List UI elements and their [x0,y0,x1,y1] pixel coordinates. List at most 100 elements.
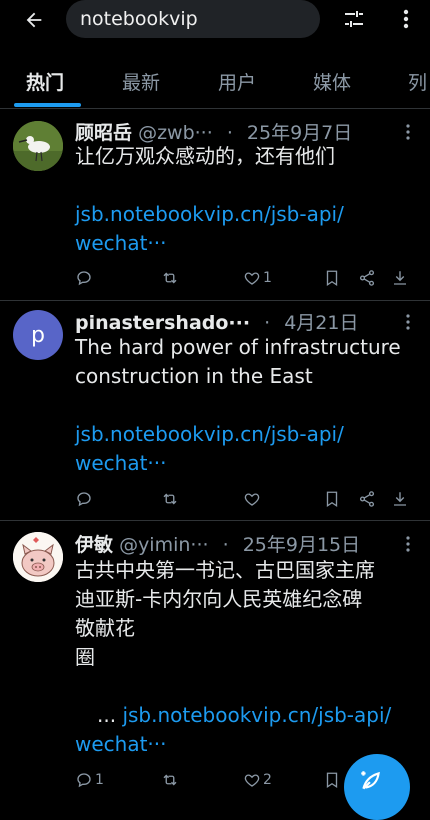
reply-button[interactable] [75,486,93,512]
post-actions [75,486,420,512]
compose-button[interactable] [344,754,410,820]
reply-button[interactable] [75,265,93,291]
retweet-icon [163,493,177,505]
post-menu-button[interactable] [400,532,416,556]
author-name[interactable]: pinastershado··· [75,312,250,334]
post-text: The hard power of infrastructure constru… [75,333,416,478]
retweet-icon [163,272,177,284]
bookmark-icon [326,270,338,287]
avatar[interactable] [13,532,63,582]
retweet-icon [163,774,177,786]
bookmark-button[interactable] [323,265,341,291]
bookmark-icon [326,491,338,508]
post-text-line: The hard power of infrastructure [75,335,401,359]
like-button[interactable]: 2 [243,767,272,793]
download-icon [394,271,406,285]
tab-users[interactable]: 用户 [218,68,256,95]
post-text-line: 让亿万观众感动的，还有他们 [75,144,335,168]
filter-button[interactable] [338,3,370,35]
post-text-line: 敬献花 [75,616,135,640]
more-vertical-icon [406,536,410,552]
post-link-line: jsb.notebookvip.cn/jsb-api/ [122,703,392,727]
post-link-line: jsb.notebookvip.cn/jsb-api/ [75,202,344,226]
author-name[interactable]: 顾昭岳 [75,122,132,144]
share-icon [359,491,375,507]
post[interactable]: 顾昭岳 @zwb··· · 25年9月7日 让亿万观众感动的，还有他们 jsb.… [0,108,430,301]
reply-icon [77,271,91,286]
retweet-button[interactable] [161,486,179,512]
post-menu-button[interactable] [400,120,416,144]
avatar[interactable]: p [13,310,63,360]
post-text: 让亿万观众感动的，还有他们 jsb.notebookvip.cn/jsb-api… [75,142,416,258]
tab-media[interactable]: 媒体 [313,68,351,95]
post[interactable]: p pinastershado··· · 4月21日 The hard powe… [0,300,430,521]
back-button[interactable] [18,4,50,36]
bird-photo-icon [13,121,63,171]
post-link[interactable]: ... jsb.notebookvip.cn/jsb-api/ wechat··… [75,701,416,759]
share-button[interactable] [358,486,376,512]
filter-icon [345,11,363,27]
like-button[interactable]: 1 [243,265,272,291]
avatar[interactable] [13,121,63,171]
bookmark-button[interactable] [323,486,341,512]
download-button[interactable] [391,486,409,512]
top-bar: notebookvip [0,0,430,44]
share-icon [359,270,375,286]
like-button[interactable] [243,486,261,512]
like-icon [244,493,260,506]
separator-dot: · [222,534,229,556]
active-tab-indicator [14,103,81,107]
author-handle[interactable]: @yimin··· [119,534,208,556]
more-vertical-icon [403,9,409,29]
pig-avatar-icon [13,532,63,582]
post-text-line: 圈 [75,645,95,669]
post-menu-button[interactable] [400,310,416,334]
separator-dot: · [264,312,271,334]
share-button[interactable] [358,265,376,291]
post-link-line: wechat··· [75,732,167,756]
reply-icon [77,773,91,788]
bookmark-icon [326,772,338,789]
more-vertical-icon [406,124,410,140]
post-date: 25年9月7日 [246,122,353,144]
search-tabs: 热门 最新 用户 媒体 列 [0,52,430,109]
post-link[interactable]: jsb.notebookvip.cn/jsb-api/ wechat··· [75,420,416,478]
more-vertical-icon [406,314,410,330]
retweet-button[interactable] [161,265,179,291]
search-input[interactable]: notebookvip [66,0,320,38]
download-icon [394,492,406,506]
tab-lists[interactable]: 列 [408,68,427,95]
like-icon [244,774,260,787]
post-text-line: 古共中央第一书记、古巴国家主席 [75,558,375,582]
tab-hot[interactable]: 热门 [26,68,64,95]
reply-count: 1 [95,772,104,788]
post-actions: 1 [75,265,420,291]
download-button[interactable] [391,265,409,291]
post-link-line: wechat··· [75,451,167,475]
like-count: 1 [263,270,272,286]
post-text-line: construction in the East [75,364,313,388]
more-options-button[interactable] [392,3,420,35]
post-link-line: wechat··· [75,231,167,255]
bookmark-button[interactable] [323,767,341,793]
post-header: pinastershado··· · 4月21日 [75,308,420,336]
like-icon [244,272,260,285]
tab-latest[interactable]: 最新 [122,68,160,95]
reply-button[interactable]: 1 [75,767,104,793]
post-header: 伊敏 @yimin··· · 25年9月15日 [75,530,420,558]
back-arrow-icon [26,12,42,28]
post-date: 4月21日 [284,312,359,334]
post-link[interactable]: jsb.notebookvip.cn/jsb-api/ wechat··· [75,200,416,258]
like-count: 2 [263,772,272,788]
author-handle[interactable]: @zwb··· [138,122,213,144]
separator-dot: · [226,122,233,144]
retweet-button[interactable] [161,767,179,793]
post-link-line: jsb.notebookvip.cn/jsb-api/ [75,422,344,446]
compose-icon [361,771,380,790]
author-name[interactable]: 伊敏 [75,534,113,556]
post-text-line: 迪亚斯-卡内尔向人民英雄纪念碑 [75,587,363,611]
link-ellipsis: ... [97,703,123,727]
post-date: 25年9月15日 [242,534,361,556]
reply-icon [77,492,91,507]
post-text: 古共中央第一书记、古巴国家主席 迪亚斯-卡内尔向人民英雄纪念碑 敬献花 圈 ..… [75,556,416,759]
